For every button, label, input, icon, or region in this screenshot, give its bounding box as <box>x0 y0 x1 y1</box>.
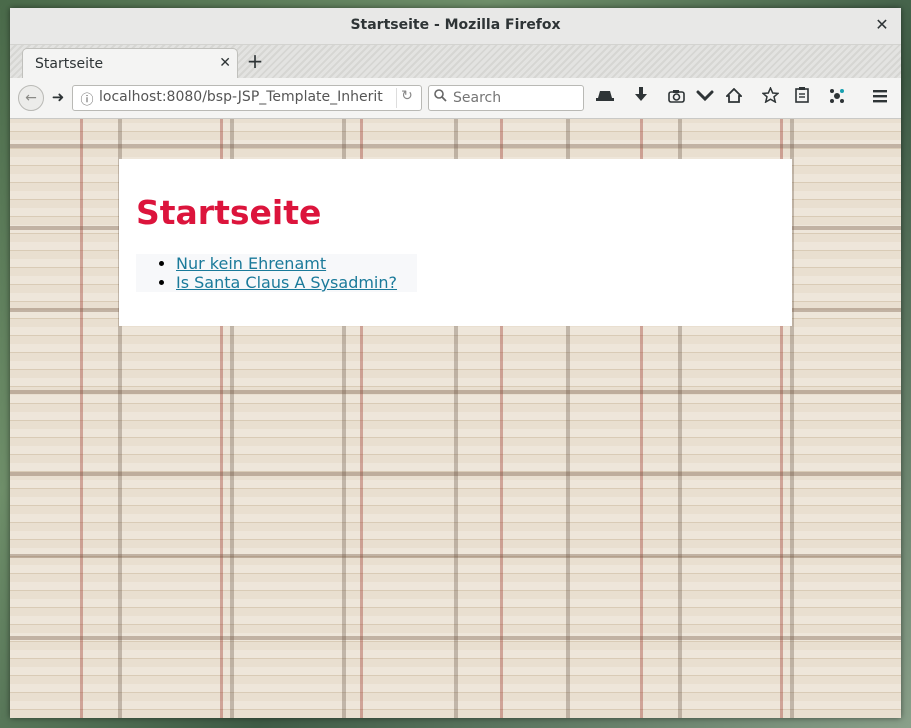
reload-button[interactable]: ↻ <box>396 88 417 108</box>
download-icon[interactable] <box>630 87 652 109</box>
list-item: Nur kein Ehrenamt <box>176 254 397 273</box>
page-content: Startseite Nur kein Ehrenamt Is Santa Cl… <box>10 119 901 718</box>
incognito-icon[interactable] <box>594 87 616 109</box>
url-text[interactable]: localhost:8080/bsp-JSP_Template_Inherit <box>99 89 389 105</box>
url-bar[interactable]: ⓘ localhost:8080/bsp-JSP_Template_Inheri… <box>72 85 422 111</box>
page-title: Startseite <box>136 193 322 232</box>
reader-icon[interactable] <box>791 87 813 109</box>
link-nur-kein-ehrenamt[interactable]: Nur kein Ehrenamt <box>176 254 326 273</box>
list-item: Is Santa Claus A Sysadmin? <box>176 273 397 292</box>
content-card: Startseite Nur kein Ehrenamt Is Santa Cl… <box>119 159 792 326</box>
extension-icon[interactable] <box>826 87 848 109</box>
bookmark-star-icon[interactable] <box>759 86 781 109</box>
search-icon <box>434 89 447 106</box>
tab-label: Startseite <box>35 56 104 72</box>
browser-window: Startseite - Mozilla Firefox ✕ Startseit… <box>10 8 901 718</box>
link-list: Nur kein Ehrenamt Is Santa Claus A Sysad… <box>136 254 418 292</box>
pocket-icon[interactable] <box>694 87 716 109</box>
link-santa-claus-sysadmin[interactable]: Is Santa Claus A Sysadmin? <box>176 273 397 292</box>
new-tab-button[interactable]: + <box>245 51 265 71</box>
navigation-toolbar: ← ➜ ⓘ localhost:8080/bsp-JSP_Template_In… <box>10 78 901 119</box>
back-button[interactable]: ← <box>18 85 44 111</box>
tab-close-icon[interactable]: ✕ <box>219 55 231 71</box>
window-title: Startseite - Mozilla Firefox <box>350 17 561 33</box>
tab-strip: Startseite ✕ + <box>10 45 901 80</box>
search-input[interactable] <box>451 88 581 108</box>
menu-icon[interactable] <box>869 87 891 109</box>
home-icon[interactable] <box>723 87 745 109</box>
forward-button[interactable]: ➜ <box>48 85 68 109</box>
window-close-button[interactable]: ✕ <box>873 16 891 34</box>
tab-startseite[interactable]: Startseite ✕ <box>22 48 238 80</box>
screenshot-icon[interactable] <box>665 87 687 109</box>
title-bar: Startseite - Mozilla Firefox ✕ <box>10 8 901 45</box>
info-icon[interactable]: ⓘ <box>79 89 95 108</box>
search-box[interactable] <box>428 85 584 111</box>
